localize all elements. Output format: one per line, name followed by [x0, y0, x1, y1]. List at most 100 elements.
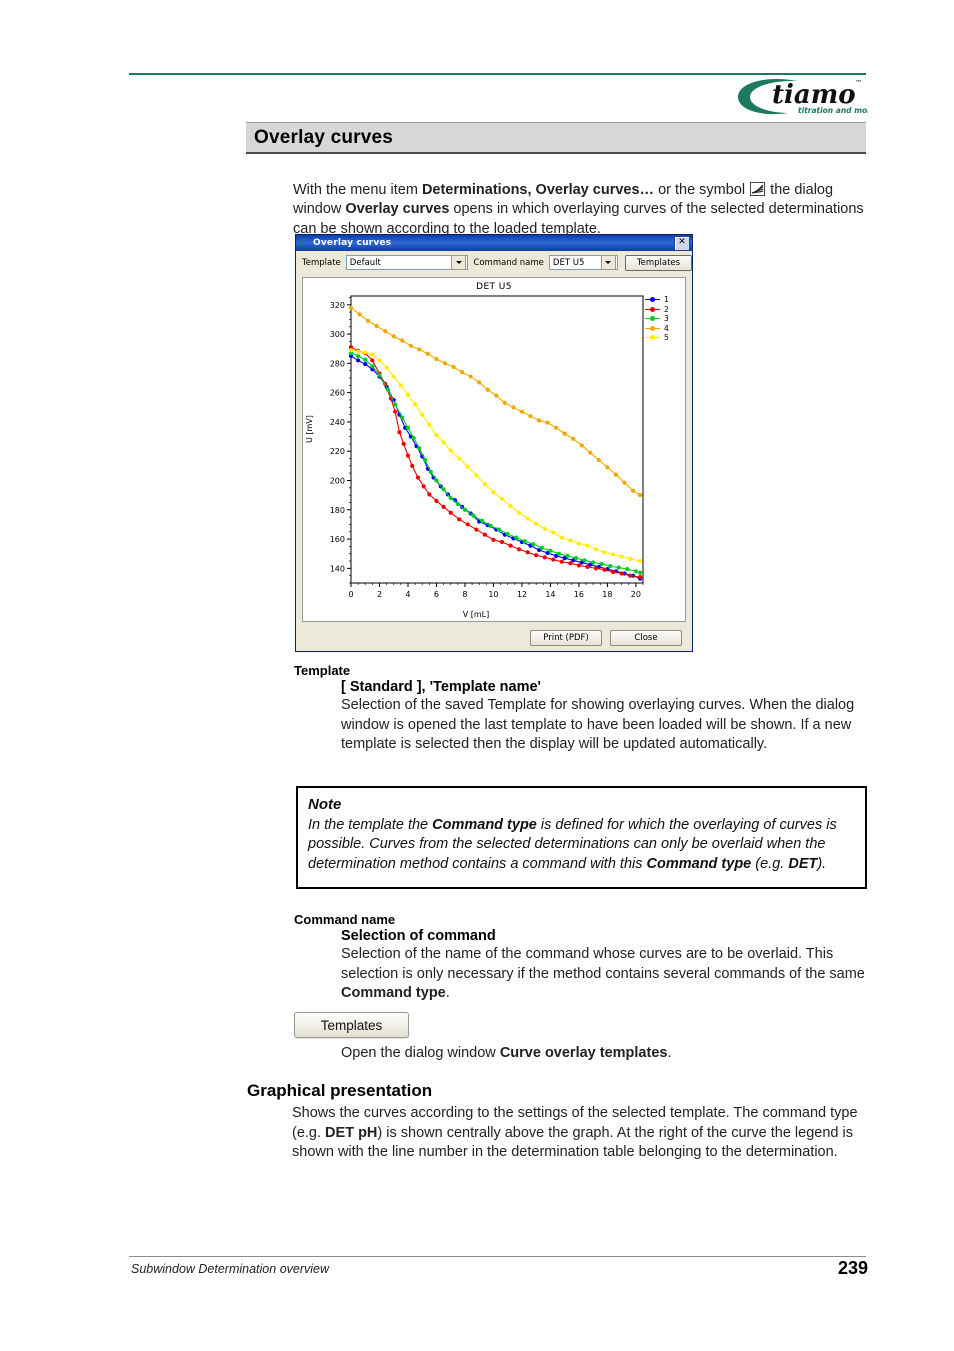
note-box: Note In the template the Command type is … [296, 786, 867, 889]
note-bold-3: DET [788, 855, 818, 872]
intro-paragraph: With the menu item Determinations, Overl… [293, 181, 868, 240]
chart: DET U5 U [mV] V [mL] 140 160 180 200 220 240 2… [303, 278, 685, 621]
legend-item: 5 [645, 333, 681, 343]
print-pdf-button[interactable]: Print (PDF) [530, 630, 602, 646]
legend-swatch-icon [645, 315, 660, 322]
legend-swatch-icon [645, 334, 660, 341]
chevron-down-icon[interactable] [600, 255, 616, 270]
svg-text:titration and more: titration and more [798, 106, 868, 115]
dialog-templates-button[interactable]: Templates [624, 254, 692, 271]
svg-text:200: 200 [330, 477, 345, 486]
svg-text:160: 160 [330, 535, 345, 544]
close-button[interactable]: Close [610, 630, 682, 646]
svg-text:10: 10 [488, 590, 498, 599]
overlay-curves-icon [750, 181, 766, 196]
legend-swatch-icon [645, 306, 660, 313]
svg-text:8: 8 [462, 590, 467, 599]
templates-button[interactable]: Templates [294, 1012, 409, 1038]
command-name-description: Selection of the name of the command who… [341, 945, 868, 1004]
intro-menu-item: Determinations, Overlay curves… [421, 181, 655, 198]
template-description: Selection of the saved Template for show… [341, 697, 855, 753]
legend-swatch-icon [645, 296, 660, 303]
note-text-1: In the template the [308, 816, 433, 833]
templates-text-2: . [667, 1045, 672, 1061]
app-icon [299, 238, 310, 249]
dialog-footer: Print (PDF) Close [296, 629, 692, 647]
svg-text:300: 300 [330, 330, 345, 339]
svg-text:6: 6 [434, 590, 439, 599]
legend-label: 1 [664, 295, 669, 305]
svg-text:180: 180 [330, 506, 345, 515]
command-name-text-1: Selection of the name of the command who… [341, 946, 865, 982]
dialog-title-bar: Overlay curves ✕ [296, 235, 692, 251]
template-select[interactable]: Default [345, 255, 469, 270]
legend-label: 5 [664, 333, 669, 343]
chart-pane: DET U5 U [mV] V [mL] 140 160 180 200 220 240 2… [302, 277, 686, 622]
document-page: tiamo ™ titration and more Overlay curve… [0, 0, 954, 1351]
legend-item: 2 [645, 305, 681, 315]
note-text-3: (e.g. [751, 855, 789, 872]
intro-text-b: or the symbol [654, 181, 750, 198]
svg-text:2: 2 [377, 590, 382, 599]
chart-legend: 12345 [645, 295, 681, 343]
chart-plot: 140 160 180 200 220 240 260 280 300 320 0 2 4 6 8 10 12 1… [330, 295, 644, 599]
svg-text:16: 16 [574, 590, 584, 599]
graphical-text-2: ) is shown centrally above the graph. At… [292, 1124, 853, 1161]
command-name-select-value: DET U5 [552, 257, 585, 268]
svg-text:18: 18 [602, 590, 612, 599]
section-heading-command-name: Command name [294, 912, 396, 927]
templates-button-description: Open the dialog window Curve overlay tem… [341, 1044, 868, 1064]
templates-bold-1: Curve overlay templates [499, 1045, 668, 1061]
command-name-subheading: Selection of command [341, 928, 496, 944]
svg-text:14: 14 [545, 590, 555, 599]
overlay-curves-dialog: Overlay curves ✕ Template Default Comman… [295, 234, 693, 652]
legend-item: 3 [645, 314, 681, 324]
template-subheading: [ Standard ], 'Template name' [341, 679, 541, 695]
svg-text:220: 220 [330, 447, 345, 456]
dialog-title: Overlay curves [313, 238, 392, 248]
page-title-band: Overlay curves [246, 122, 866, 153]
section-heading-template: Template [294, 663, 351, 678]
tiamo-logo: tiamo ™ titration and more [736, 73, 868, 119]
legend-item: 4 [645, 324, 681, 334]
page-number: 239 [837, 1258, 868, 1278]
template-select-value: Default [349, 257, 381, 268]
command-name-select[interactable]: DET U5 [548, 255, 618, 270]
command-name-text-2: . [445, 985, 450, 1002]
dialog-toolbar: Template Default Command name DET U5 Tem… [296, 251, 692, 274]
legend-label: 4 [664, 323, 669, 333]
legend-label: 3 [664, 314, 669, 324]
template-label: Template [302, 257, 341, 268]
svg-text:20: 20 [631, 590, 641, 599]
note-text-4: ). [817, 855, 827, 872]
page-title: Overlay curves [254, 127, 394, 148]
legend-item: 1 [645, 295, 681, 305]
intro-dialog-name: Overlay curves [345, 201, 450, 218]
svg-text:280: 280 [330, 359, 345, 368]
footer-caption: Subwindow Determination overview [131, 1262, 330, 1276]
svg-text:12: 12 [517, 590, 527, 599]
svg-text:320: 320 [330, 301, 345, 310]
note-heading: Note [308, 796, 342, 813]
close-icon[interactable]: ✕ [674, 235, 690, 251]
footer-rule [129, 1256, 866, 1257]
page-title-underline [246, 152, 866, 154]
svg-text:0: 0 [348, 590, 353, 599]
note-bold-1: Command type [432, 816, 537, 833]
svg-text:260: 260 [330, 389, 345, 398]
note-bold-2: Command type [646, 855, 752, 872]
intro-text-a: With the menu item [293, 181, 422, 198]
legend-swatch-icon [645, 325, 660, 332]
command-name-bold-1: Command type [341, 985, 446, 1002]
svg-text:4: 4 [405, 590, 410, 599]
command-name-label: Command name [473, 257, 544, 268]
graphical-presentation-description: Shows the curves according to the settin… [292, 1104, 868, 1163]
svg-text:240: 240 [330, 418, 345, 427]
section-heading-graphical-presentation: Graphical presentation [247, 1081, 433, 1100]
legend-label: 2 [664, 304, 669, 314]
chevron-down-icon[interactable] [451, 255, 467, 270]
templates-text-1: Open the dialog window [341, 1045, 500, 1061]
graphical-bold-1: DET pH [325, 1124, 378, 1141]
svg-text:140: 140 [330, 564, 345, 573]
svg-text:™: ™ [855, 79, 862, 87]
